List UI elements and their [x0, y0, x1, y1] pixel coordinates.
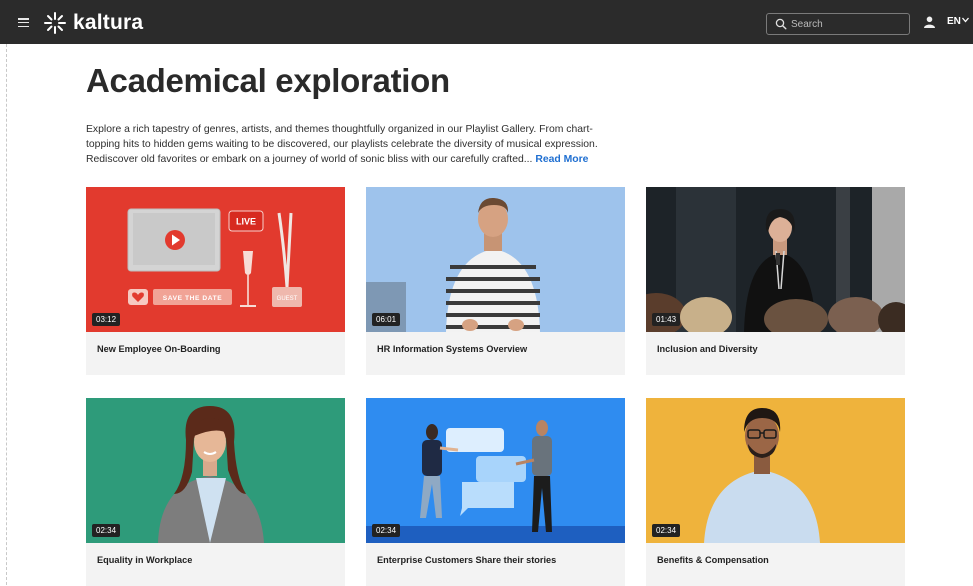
- video-thumbnail[interactable]: 02:34: [366, 398, 625, 543]
- chevron-down-icon: [961, 17, 969, 23]
- video-duration: 01:43: [652, 313, 681, 326]
- video-card[interactable]: 02:34 Benefits & Compensation: [646, 398, 905, 586]
- kaltura-logo-icon: [44, 12, 66, 34]
- video-title[interactable]: Inclusion and Diversity: [657, 344, 758, 354]
- video-title[interactable]: HR Information Systems Overview: [377, 344, 527, 354]
- brand-name: kaltura: [73, 11, 144, 34]
- video-card[interactable]: 06:01 HR Information Systems Overview: [366, 187, 625, 375]
- video-title[interactable]: Equality in Workplace: [97, 555, 192, 565]
- video-duration: 02:34: [372, 524, 401, 537]
- video-thumbnail[interactable]: 06:01: [366, 187, 625, 332]
- save-the-date-text: SAVE THE DATE: [163, 295, 223, 302]
- top-navigation-bar: kaltura EN: [0, 0, 973, 44]
- kaltura-logo[interactable]: kaltura: [43, 11, 143, 35]
- play-icon: [165, 230, 185, 250]
- language-selector[interactable]: EN: [947, 16, 969, 27]
- description-text: Explore a rich tapestry of genres, artis…: [86, 124, 598, 165]
- video-thumbnail[interactable]: 02:34: [646, 398, 905, 543]
- video-card[interactable]: 01:43 Inclusion and Diversity: [646, 187, 905, 375]
- playlist-description: Explore a rich tapestry of genres, artis…: [86, 122, 626, 167]
- video-title[interactable]: New Employee On-Boarding: [97, 344, 221, 354]
- video-card[interactable]: LIVE GUEST SAVE THE DATE 03:12 New Emplo…: [86, 187, 345, 375]
- guest-tag-text: GUEST: [277, 296, 298, 302]
- video-duration: 02:34: [652, 524, 681, 537]
- user-icon[interactable]: [924, 16, 935, 28]
- page-title: Academical exploration: [86, 62, 450, 99]
- live-badge-text: LIVE: [236, 217, 256, 227]
- video-duration: 02:34: [92, 524, 121, 537]
- video-thumbnail[interactable]: LIVE GUEST SAVE THE DATE 03:12: [86, 187, 345, 332]
- video-title[interactable]: Enterprise Customers Share their stories: [377, 555, 556, 565]
- video-thumbnail[interactable]: 02:34: [86, 398, 345, 543]
- video-card[interactable]: 02:34 Enterprise Customers Share their s…: [366, 398, 625, 586]
- read-more-link[interactable]: Read More: [535, 154, 588, 165]
- video-duration: 06:01: [372, 313, 401, 326]
- language-label: EN: [947, 16, 961, 27]
- search-icon: [775, 18, 787, 30]
- hamburger-menu-icon[interactable]: [18, 18, 29, 28]
- video-duration: 03:12: [92, 313, 121, 326]
- video-thumbnail[interactable]: 01:43: [646, 187, 905, 332]
- search-box[interactable]: [766, 13, 910, 35]
- video-title[interactable]: Benefits & Compensation: [657, 555, 769, 565]
- search-input[interactable]: [787, 18, 901, 30]
- video-card[interactable]: 02:34 Equality in Workplace: [86, 398, 345, 586]
- page-edge-divider: [6, 44, 7, 585]
